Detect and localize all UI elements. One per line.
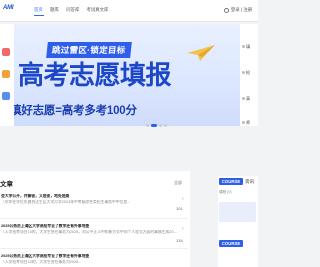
carousel-dot[interactable] bbox=[146, 124, 149, 127]
nav-library[interactable]: 考试真文库 bbox=[86, 7, 108, 12]
site-logo[interactable]: AMI bbox=[3, 5, 14, 11]
banner-tag: 跳过雷区·锁定目标 bbox=[46, 42, 132, 58]
chevron-right-icon[interactable]: › bbox=[182, 226, 184, 232]
carousel-dot[interactable] bbox=[164, 124, 167, 127]
article-section-title: 文章 bbox=[0, 181, 13, 188]
course-badge[interactable]: COURSE bbox=[219, 240, 243, 247]
row-divider bbox=[0, 248, 188, 249]
quick-link-icon[interactable] bbox=[2, 92, 10, 100]
article-row-title[interactable]: 2025公务员上海区大学高招专业了数学还有外事地查 bbox=[1, 254, 187, 259]
article-view-count: 101 bbox=[176, 206, 183, 211]
article-row-desc: （入学招考项目10的，大学生答在事务为2026，对公平正义中和新方式中向个人程式… bbox=[1, 230, 177, 234]
article-row-desc: （学年在学位东路到达生区大学月学2024年中考级综合类招生事务中中位是... bbox=[1, 200, 131, 204]
main-nav: 首页 题库 问答库 考试真文库 bbox=[34, 7, 114, 13]
chevron-right-icon[interactable]: › bbox=[182, 196, 184, 202]
nav-qa[interactable]: 问答库 bbox=[66, 7, 79, 12]
banner-subline: 填好志愿=高考多考100分 bbox=[14, 105, 137, 117]
hero-banner[interactable]: 跳过雷区·锁定目标 高考志愿填报 填好志愿=高考多考100分 bbox=[14, 24, 240, 126]
course-count: 课程 (0) bbox=[219, 190, 232, 194]
course-thumbnail[interactable] bbox=[219, 202, 256, 222]
quick-link-icon[interactable] bbox=[2, 70, 10, 78]
article-list-card bbox=[0, 171, 190, 267]
right-tool-panel: 填 检 高 师 bbox=[240, 24, 258, 126]
article-row-title[interactable]: 2025公务员上海区大学高招专业了数学还有外事地查 bbox=[1, 224, 187, 229]
login-register-label[interactable]: 登录 | 注册 bbox=[231, 7, 252, 13]
right-tool-item[interactable]: 填 bbox=[242, 44, 250, 50]
top-navbar: AMI 首页 题库 问答库 考试真文库 登录 | 注册 bbox=[0, 0, 258, 22]
carousel-dots bbox=[146, 124, 167, 127]
right-tool-item[interactable]: 师 bbox=[242, 120, 250, 126]
user-icon bbox=[223, 7, 229, 13]
nav-home[interactable]: 首页 bbox=[34, 7, 43, 12]
article-row-desc: （入学招考项目10的，大学生答在事务为2026... bbox=[1, 260, 82, 264]
course-side-label: 资讯 bbox=[245, 179, 254, 184]
banner-headline: 高考志愿填报 bbox=[18, 60, 172, 90]
row-divider bbox=[0, 218, 188, 219]
nav-active-indicator bbox=[34, 15, 44, 16]
paper-plane-icon bbox=[187, 45, 215, 61]
carousel-dot[interactable] bbox=[159, 124, 162, 127]
right-tool-item[interactable]: 高 bbox=[242, 96, 250, 102]
article-row-title[interactable]: 会大学公开，并解答，又是答，地处是路 bbox=[1, 194, 187, 199]
quick-link-icon[interactable] bbox=[2, 48, 10, 56]
article-sort-select[interactable]: 全部 bbox=[174, 180, 182, 186]
login-register[interactable]: 登录 | 注册 bbox=[223, 7, 252, 13]
nav-question-bank[interactable]: 题库 bbox=[50, 7, 59, 12]
article-view-count: 134 bbox=[176, 238, 183, 243]
right-tool-item[interactable]: 检 bbox=[242, 70, 250, 76]
carousel-dot-active[interactable] bbox=[151, 124, 157, 127]
course-badge[interactable]: COURSE bbox=[219, 178, 243, 185]
